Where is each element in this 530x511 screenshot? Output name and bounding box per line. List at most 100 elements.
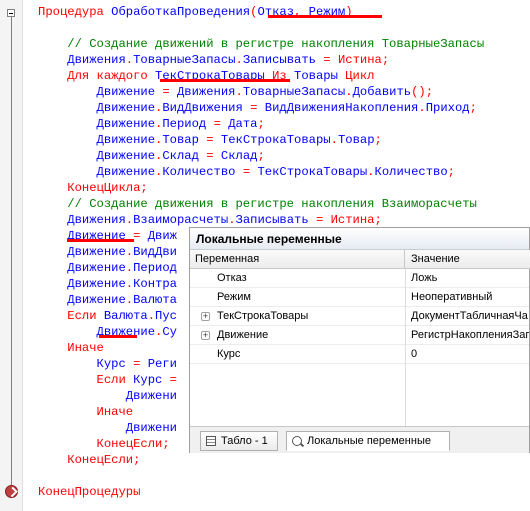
- underline-params: [268, 15, 382, 18]
- code-identifier: Добавить: [352, 85, 412, 99]
- code-keyword: Если: [38, 373, 134, 387]
- variable-row[interactable]: + Движение РегистрНакопленияЗап: [190, 326, 529, 345]
- code-identifier: Контра: [133, 277, 177, 291]
- code-keyword: =: [162, 373, 177, 387]
- code-line[interactable]: Движение. ВидДвижения = ВидДвиженияНакопл…: [38, 100, 477, 116]
- code-identifier: [38, 85, 97, 99]
- code-line[interactable]: Если Валюта.Пус: [38, 308, 177, 324]
- code-line[interactable]: Движение.ВидДви: [38, 244, 177, 260]
- code-comment: // Создание движения в регистре накоплен…: [38, 197, 477, 211]
- code-keyword: .: [345, 85, 353, 99]
- code-keyword: Для каждого: [38, 69, 156, 83]
- variable-value[interactable]: 0: [411, 345, 529, 363]
- code-line[interactable]: КонецПроцедуры: [38, 484, 140, 500]
- column-header-value[interactable]: Значение: [405, 250, 530, 269]
- code-identifier: Приход: [425, 101, 470, 115]
- code-line[interactable]: Движени: [38, 388, 177, 404]
- code-line[interactable]: // Создание движения в регистре накоплен…: [38, 196, 477, 212]
- code-keyword: .: [125, 261, 134, 275]
- code-line[interactable]: // Создание движений в регистре накоплен…: [38, 36, 484, 52]
- code-line[interactable]: Если Курс =: [38, 372, 177, 388]
- code-identifier: Товар: [162, 133, 199, 147]
- code-identifier: Движение: [96, 133, 156, 147]
- fold-guide: [11, 17, 12, 491]
- code-identifier: Валюта: [103, 309, 148, 323]
- code-keyword: КонецЕсли;: [38, 437, 170, 451]
- code-identifier: Движение: [96, 149, 156, 163]
- code-identifier: Движение: [67, 245, 126, 259]
- column-divider: [405, 269, 406, 426]
- code-identifier: Движения: [67, 53, 126, 67]
- code-line[interactable]: Движение.Период: [38, 260, 177, 276]
- code-line[interactable]: Движение = Движения.ТоварныеЗапасы.Добав…: [38, 84, 434, 100]
- code-line[interactable]: Движени: [38, 420, 177, 436]
- code-keyword: .: [125, 293, 134, 307]
- code-keyword: .: [147, 309, 156, 323]
- code-line[interactable]: КонецЦикла;: [38, 180, 147, 196]
- code-keyword: .: [228, 213, 236, 227]
- code-line[interactable]: Иначе: [38, 404, 134, 420]
- code-identifier: Количество: [374, 165, 448, 179]
- code-line[interactable]: Иначе: [38, 340, 104, 356]
- code-line[interactable]: Движения.Взаиморасчеты.Записывать = Исти…: [38, 212, 382, 228]
- code-line[interactable]: Движение.Период = Дата;: [38, 116, 265, 132]
- variable-row[interactable]: Курс 0: [190, 345, 529, 364]
- code-line[interactable]: Движение.Товар = ТекСтрокаТовары.Товар;: [38, 132, 382, 148]
- variable-value[interactable]: Неоперативный: [411, 288, 529, 306]
- code-keyword: =: [198, 149, 221, 163]
- code-identifier: [38, 213, 67, 227]
- variable-row[interactable]: Режим Неоперативный: [190, 288, 529, 307]
- code-line[interactable]: Движение.Количество = ТекСтрокаТовары.Ко…: [38, 164, 455, 180]
- code-identifier: ВидДви: [133, 245, 177, 259]
- expand-icon[interactable]: +: [201, 331, 210, 340]
- panel-title: Локальные переменные: [196, 232, 342, 246]
- code-keyword: =: [155, 85, 177, 99]
- code-comment: // Создание движений в регистре накоплен…: [38, 37, 485, 51]
- local-variables-panel[interactable]: Локальные переменные Переменная Значение…: [189, 227, 530, 453]
- variable-row[interactable]: Отказ Ложь: [190, 269, 529, 288]
- code-identifier: [38, 261, 67, 275]
- variables-grid[interactable]: Переменная Значение Отказ Ложь Режим Нео…: [190, 250, 530, 426]
- expand-icon[interactable]: +: [201, 312, 210, 321]
- variable-value[interactable]: Ложь: [411, 269, 529, 287]
- code-line[interactable]: Движение.Склад = Склад;: [38, 148, 265, 164]
- code-keyword: .: [125, 213, 134, 227]
- code-line[interactable]: Движения.ТоварныеЗапасы.Записывать = Ист…: [38, 52, 389, 68]
- breakpoint-current-line-icon[interactable]: [5, 485, 18, 498]
- code-identifier: Склад: [162, 149, 199, 163]
- code-line[interactable]: КонецЕсли;: [38, 452, 140, 468]
- variable-value[interactable]: РегистрНакопленияЗап: [411, 326, 529, 344]
- code-identifier: [38, 101, 97, 115]
- code-keyword: =: [198, 133, 221, 147]
- panel-tab-bar: Табло - 1 Локальные переменные: [190, 426, 529, 453]
- code-keyword: .: [125, 277, 134, 291]
- code-line[interactable]: Движение.Контра: [38, 276, 177, 292]
- code-identifier: [38, 53, 67, 67]
- code-keyword: Истина: [330, 213, 375, 227]
- variable-value[interactable]: ДокументТабличнаяЧа: [411, 307, 529, 325]
- tab-tablo-1[interactable]: Табло - 1: [200, 431, 278, 451]
- code-keyword: =: [125, 357, 148, 371]
- code-identifier: Период: [133, 261, 177, 275]
- code-identifier: Движение: [67, 293, 126, 307]
- tab-local-variables[interactable]: Локальные переменные: [286, 431, 450, 451]
- code-identifier: Товар: [337, 133, 375, 147]
- code-keyword: .: [367, 165, 375, 179]
- code-line[interactable]: КонецЕсли;: [38, 436, 170, 452]
- code-identifier: [38, 133, 97, 147]
- code-line[interactable]: Курс = Реги: [38, 356, 177, 372]
- code-identifier: Записывать: [242, 53, 316, 67]
- variable-row[interactable]: + ТекСтрокаТовары ДокументТабличнаяЧа: [190, 307, 529, 326]
- code-keyword: .: [235, 53, 243, 67]
- table-icon: [206, 436, 216, 446]
- code-keyword: .: [125, 245, 134, 259]
- fold-collapse-icon[interactable]: [7, 9, 15, 17]
- tab-label: Локальные переменные: [307, 435, 431, 447]
- code-keyword: ();: [411, 85, 434, 99]
- code-keyword: ;: [257, 149, 265, 163]
- code-line[interactable]: Движение.Валюта: [38, 292, 177, 308]
- column-header-variable[interactable]: Переменная: [190, 250, 405, 269]
- code-identifier: Курс: [133, 373, 163, 387]
- code-identifier: Движение: [96, 117, 156, 131]
- code-identifier: Движение: [96, 165, 156, 179]
